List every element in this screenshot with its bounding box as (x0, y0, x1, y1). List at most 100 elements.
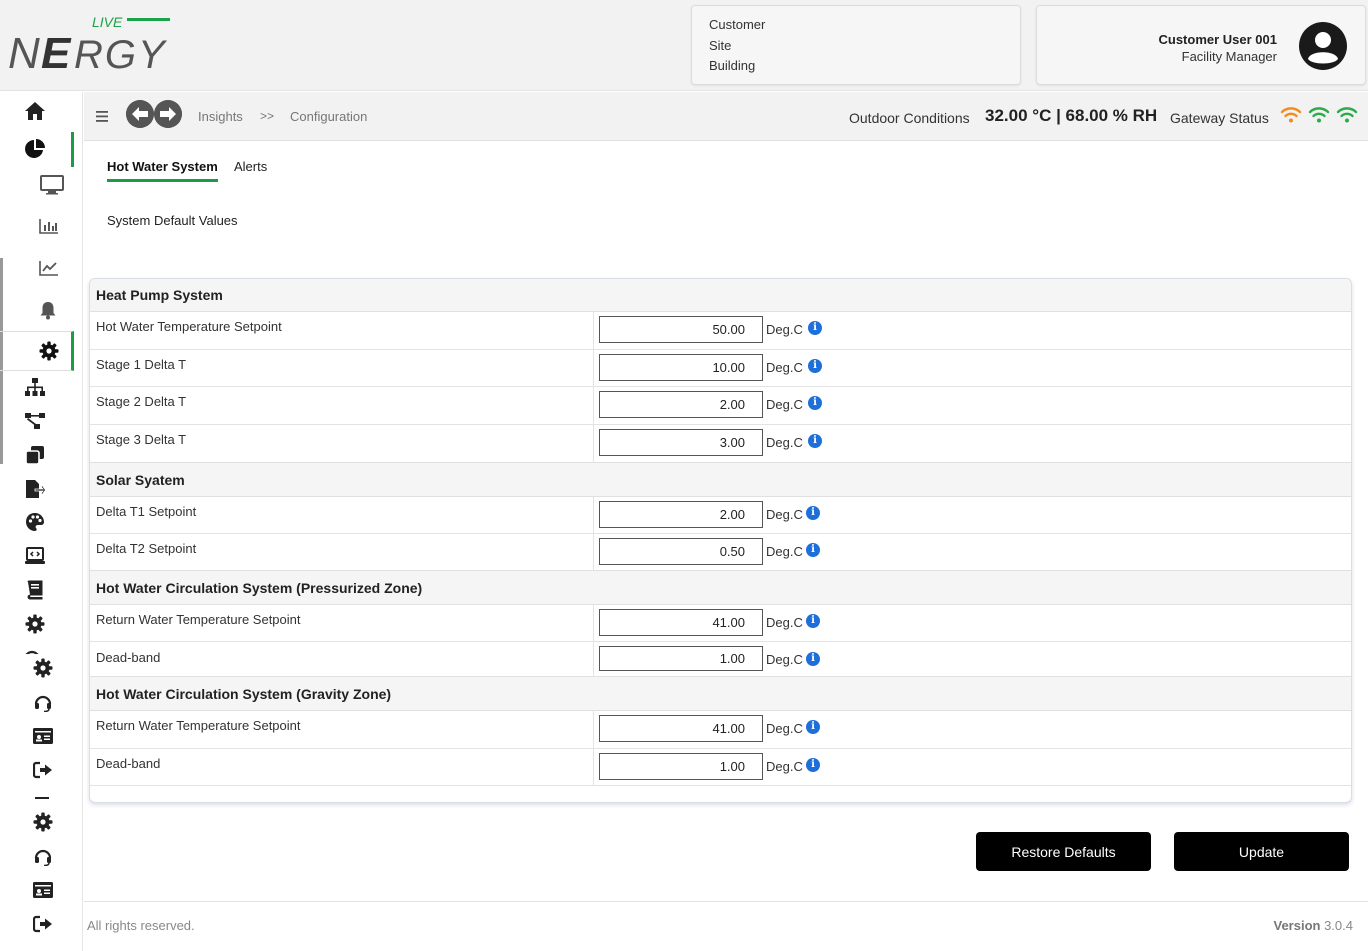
id-card-icon (33, 728, 53, 744)
back-arrow-icon[interactable] (126, 100, 154, 128)
id-card-icon (33, 882, 53, 898)
info-icon[interactable]: i (806, 652, 820, 666)
hamburger-menu-icon[interactable] (96, 108, 110, 124)
info-icon[interactable]: i (806, 720, 820, 734)
location-selector[interactable]: Customer Site Building (691, 5, 1021, 85)
sidebar-item-themes[interactable] (22, 511, 48, 533)
wifi-orange-icon (1280, 107, 1302, 123)
sidebar-item-logout[interactable] (30, 759, 56, 781)
row-label: Dead-band (96, 650, 161, 665)
value-input[interactable] (599, 538, 763, 565)
value-input[interactable] (599, 609, 763, 636)
site-label[interactable]: Site (709, 36, 1020, 57)
restore-defaults-button[interactable]: Restore Defaults (976, 832, 1151, 871)
sidebar-item-support-2[interactable] (30, 845, 56, 867)
sidebar-item-docs[interactable] (22, 579, 48, 601)
sidebar-item-home[interactable] (22, 100, 48, 122)
update-button[interactable]: Update (1174, 832, 1349, 871)
sidebar-item-settings-3[interactable] (30, 811, 56, 833)
sidebar-item-configuration[interactable] (0, 331, 74, 371)
sidebar-item-logout-2[interactable] (30, 913, 56, 935)
bar-chart-icon (39, 219, 58, 234)
sidebar-item-support[interactable] (30, 691, 56, 713)
footer-rights-text: All rights reserved. (87, 918, 195, 933)
breadcrumb-configuration: Configuration (290, 109, 368, 124)
column-divider (593, 534, 594, 571)
row-label: Hot Water Temperature Setpoint (96, 319, 282, 334)
sidebar-item-profile-2[interactable] (30, 879, 56, 901)
column-divider (593, 605, 594, 641)
row-label: Dead-band (96, 756, 161, 771)
top-header: LIVE N E RGY Customer Site Building Cust… (0, 0, 1368, 91)
value-input[interactable] (599, 354, 763, 381)
logo-graphic: LIVE N E RGY (8, 14, 170, 78)
value-input[interactable] (599, 646, 763, 671)
value-input[interactable] (599, 316, 763, 343)
sidebar-item-alerts[interactable] (38, 299, 58, 321)
breadcrumb-insights[interactable]: Insights (198, 109, 243, 124)
workflow-icon (25, 413, 45, 429)
sidebar-item-settings[interactable] (22, 613, 48, 635)
info-icon[interactable]: i (808, 321, 822, 335)
section-solar: Solar Syatem (90, 462, 1351, 497)
value-input[interactable] (599, 391, 763, 418)
sidebar-item-trends[interactable] (38, 258, 60, 278)
column-divider (593, 312, 594, 349)
column-divider (593, 425, 594, 463)
sidebar-item-reports[interactable] (38, 216, 60, 236)
value-input[interactable] (599, 501, 763, 528)
info-icon[interactable]: i (808, 396, 822, 410)
value-input[interactable] (599, 753, 763, 780)
column-divider (593, 497, 594, 533)
unit-label: Deg.C (766, 615, 803, 630)
copy-icon (25, 446, 44, 465)
logout-icon (33, 915, 52, 933)
sidebar-item-dashboard[interactable] (38, 174, 66, 196)
sidebar-item-configuration-icon-wrap (38, 340, 60, 362)
outdoor-conditions-label: Outdoor Conditions (849, 110, 970, 126)
row-label: Return Water Temperature Setpoint (96, 612, 301, 627)
info-icon[interactable]: i (806, 543, 820, 557)
sidebar-item-hierarchy[interactable] (22, 376, 48, 398)
wifi-green-icon (1336, 107, 1358, 123)
logout-icon (33, 761, 52, 779)
tab-alerts[interactable]: Alerts (234, 159, 267, 174)
sidebar-item-devices[interactable] (22, 444, 48, 466)
book-icon (27, 580, 43, 600)
table-row: Delta T2 Setpoint Deg.C i (90, 534, 1351, 571)
svg-text:E: E (41, 29, 72, 74)
trend-chart-icon (39, 261, 58, 276)
sidebar-item-export[interactable] (22, 478, 48, 500)
sidebar-item-profile[interactable] (30, 725, 56, 747)
palette-icon (26, 513, 44, 531)
building-label[interactable]: Building (709, 56, 1020, 77)
unit-label: Deg.C (766, 759, 803, 774)
user-profile-card[interactable]: Customer User 001 Facility Manager (1036, 5, 1366, 85)
section-pressurized-zone: Hot Water Circulation System (Pressurize… (90, 570, 1351, 605)
info-icon[interactable]: i (808, 434, 822, 448)
info-icon[interactable]: i (806, 758, 820, 772)
unit-label: Deg.C (766, 544, 803, 559)
value-input[interactable] (599, 715, 763, 742)
forward-arrow-icon[interactable] (154, 100, 182, 128)
nergy-logo[interactable]: LIVE N E RGY (8, 14, 178, 78)
pie-chart-icon (25, 139, 45, 158)
sidebar-item-settings-2[interactable] (30, 657, 56, 679)
row-label: Delta T1 Setpoint (96, 504, 197, 519)
section-gravity-zone: Hot Water Circulation System (Gravity Zo… (90, 676, 1351, 711)
info-icon[interactable]: i (806, 506, 820, 520)
unit-label: Deg.C (766, 507, 803, 522)
sidebar-item-support-partial (22, 648, 48, 654)
system-default-values-label: System Default Values (107, 213, 238, 228)
info-icon[interactable]: i (808, 359, 822, 373)
sidebar-item-workflow[interactable] (22, 410, 48, 432)
info-icon[interactable]: i (806, 614, 820, 628)
tab-hot-water-system[interactable]: Hot Water System (107, 159, 218, 182)
sidebar-item-remote[interactable] (22, 545, 48, 567)
customer-label[interactable]: Customer (709, 15, 1020, 36)
unit-label: Deg.C (766, 360, 803, 375)
value-input[interactable] (599, 429, 763, 456)
avatar-icon[interactable] (1298, 21, 1348, 71)
row-label: Stage 1 Delta T (96, 357, 187, 372)
column-divider (593, 642, 594, 676)
